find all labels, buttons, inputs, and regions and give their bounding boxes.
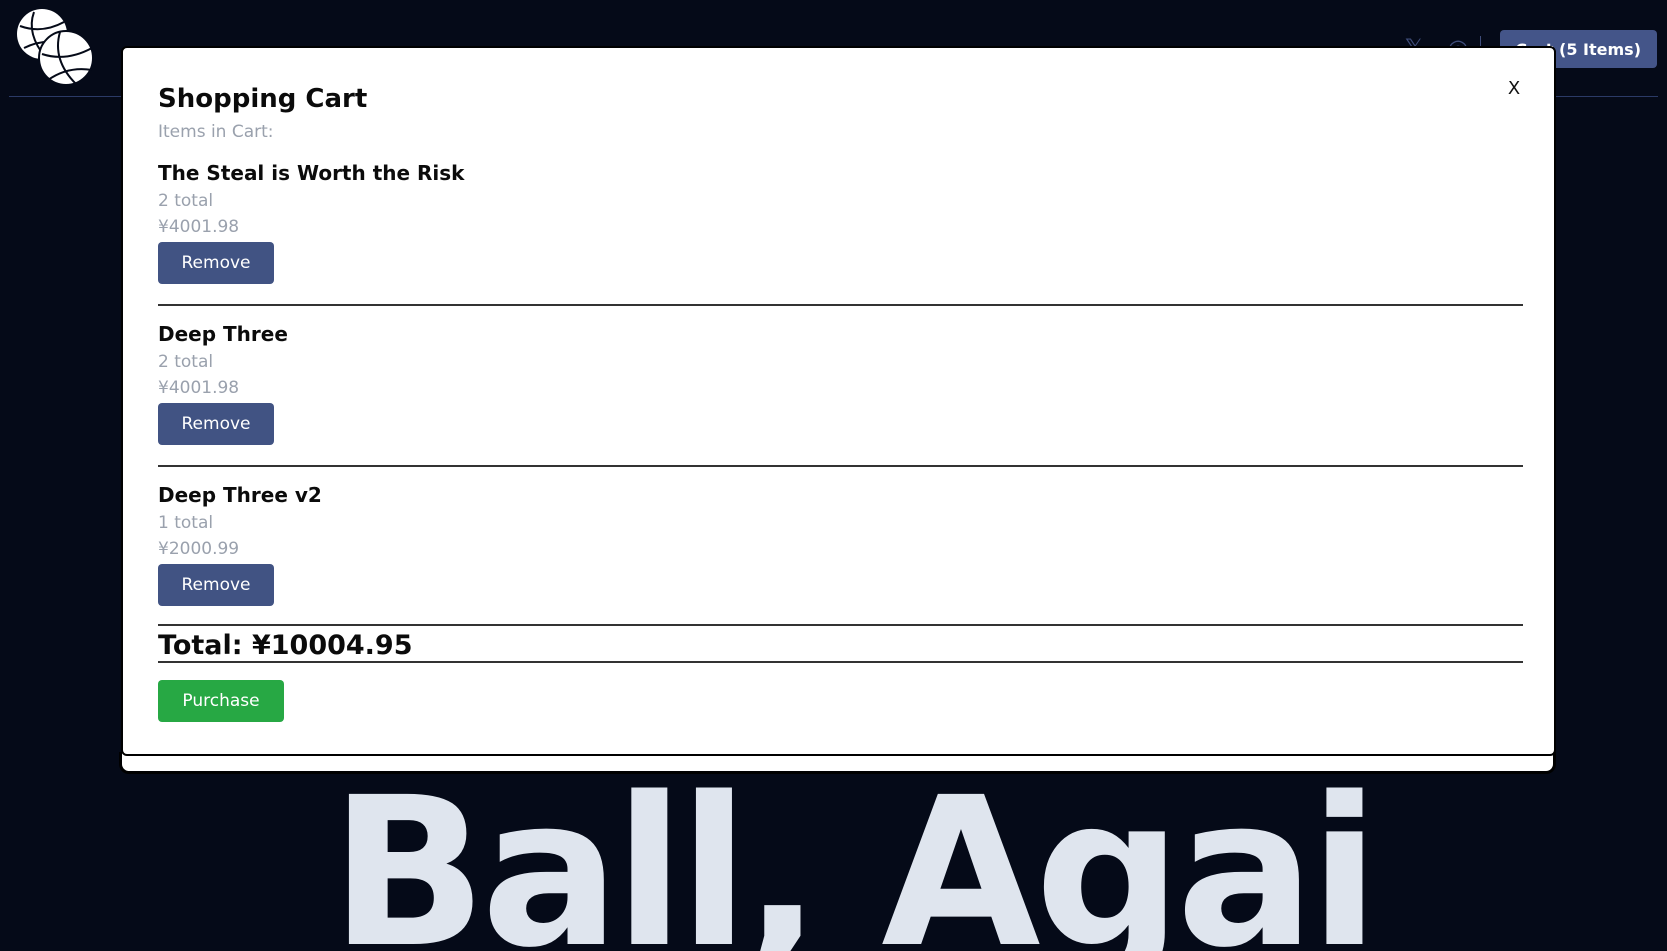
hero-title: Ball, Again (330, 770, 1380, 951)
item-name: Deep Three v2 (158, 483, 322, 507)
close-button[interactable]: X (1499, 73, 1529, 103)
cart-item: The Steal is Worth the Risk 2 total ¥400… (158, 158, 1523, 284)
modal-title: Shopping Cart (158, 84, 368, 114)
total-divider-bottom (158, 661, 1523, 663)
item-quantity: 2 total (158, 352, 214, 372)
item-name: The Steal is Worth the Risk (158, 161, 465, 185)
item-price: ¥4001.98 (158, 378, 240, 398)
item-quantity: 1 total (158, 513, 214, 533)
cart-item: Deep Three v2 1 total ¥2000.99 Remove (158, 480, 1523, 606)
item-quantity: 2 total (158, 191, 214, 211)
total-divider-top (158, 624, 1523, 626)
item-divider (158, 304, 1523, 306)
logo-icon[interactable] (16, 8, 98, 90)
remove-button[interactable]: Remove (158, 242, 274, 284)
cart-item: Deep Three 2 total ¥4001.98 Remove (158, 319, 1523, 445)
page: 𝕏 ◎ Cart (5 Items) Ball, Again X Shoppin… (0, 0, 1667, 951)
remove-button[interactable]: Remove (158, 564, 274, 606)
cart-total: Total: ¥10004.95 (158, 630, 413, 661)
item-price: ¥4001.98 (158, 217, 240, 237)
item-divider (158, 465, 1523, 467)
item-name: Deep Three (158, 322, 288, 346)
remove-button[interactable]: Remove (158, 403, 274, 445)
item-price: ¥2000.99 (158, 539, 240, 559)
modal-subtitle: Items in Cart: (158, 122, 274, 142)
purchase-button[interactable]: Purchase (158, 680, 284, 722)
shopping-cart-modal: X Shopping Cart Items in Cart: The Steal… (121, 46, 1556, 756)
